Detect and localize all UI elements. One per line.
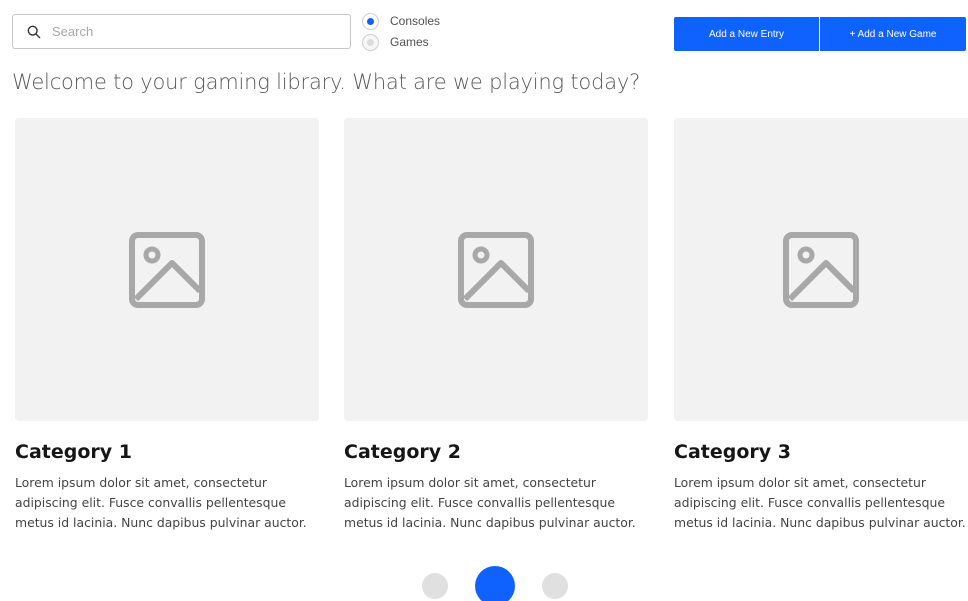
card-description: Lorem ipsum dolor sit amet, consectetur … — [15, 475, 307, 530]
search-input[interactable] — [52, 24, 332, 39]
search-box[interactable] — [12, 14, 351, 49]
category-card-2[interactable]: Category 2 Lorem ipsum dolor sit amet, c… — [344, 118, 648, 533]
category-card-3[interactable]: Category 3 Lorem ipsum dolor sit amet, c… — [674, 118, 968, 533]
search-icon — [27, 25, 41, 38]
radio-label-games: Games — [390, 35, 429, 49]
pagination-dot-1[interactable] — [422, 573, 448, 599]
radio-label-consoles: Consoles — [390, 14, 441, 28]
category-card-1[interactable]: Category 1 Lorem ipsum dolor sit amet, c… — [15, 118, 319, 533]
add-entry-button[interactable]: Add a New Entry — [674, 17, 819, 51]
card-image-placeholder — [344, 118, 648, 421]
welcome-heading: Welcome to your gaming library. What are… — [12, 70, 641, 94]
card-image-placeholder — [15, 118, 319, 421]
card-image-placeholder — [674, 118, 968, 421]
image-placeholder-icon — [129, 231, 205, 308]
view-toggle: Consoles Games — [362, 11, 440, 53]
radio-button-games[interactable] — [362, 33, 379, 51]
radio-button-consoles[interactable] — [362, 12, 379, 30]
card-description: Lorem ipsum dolor sit amet, consectetur … — [674, 475, 966, 530]
image-placeholder-icon — [458, 231, 534, 308]
card-title: Category 2 — [344, 441, 461, 463]
image-placeholder-icon — [783, 231, 859, 308]
carousel-pagination — [422, 566, 568, 601]
add-game-button[interactable]: + Add a New Game — [820, 17, 966, 51]
card-title: Category 1 — [15, 441, 132, 463]
card-description: Lorem ipsum dolor sit amet, consectetur … — [344, 475, 636, 530]
pagination-dot-3[interactable] — [542, 573, 568, 599]
card-title: Category 3 — [674, 441, 791, 463]
radio-consoles[interactable]: Consoles — [362, 11, 440, 31]
pagination-dot-2-active[interactable] — [475, 566, 515, 601]
radio-games[interactable]: Games — [362, 32, 440, 52]
